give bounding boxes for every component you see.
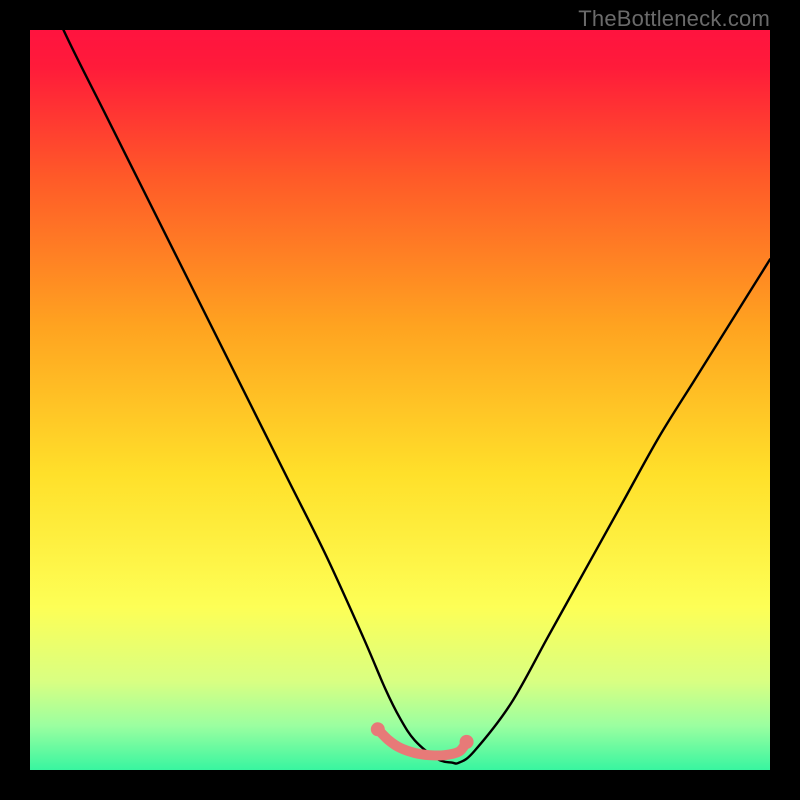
watermark-text: TheBottleneck.com (578, 6, 770, 32)
endpoint-dot (371, 722, 385, 736)
plot-area (30, 30, 770, 770)
optimal-range-marker (378, 729, 467, 755)
endpoint-dot (460, 735, 474, 749)
chart-frame: TheBottleneck.com (0, 0, 800, 800)
bottleneck-curve (30, 30, 770, 764)
curve-layer (30, 30, 770, 770)
